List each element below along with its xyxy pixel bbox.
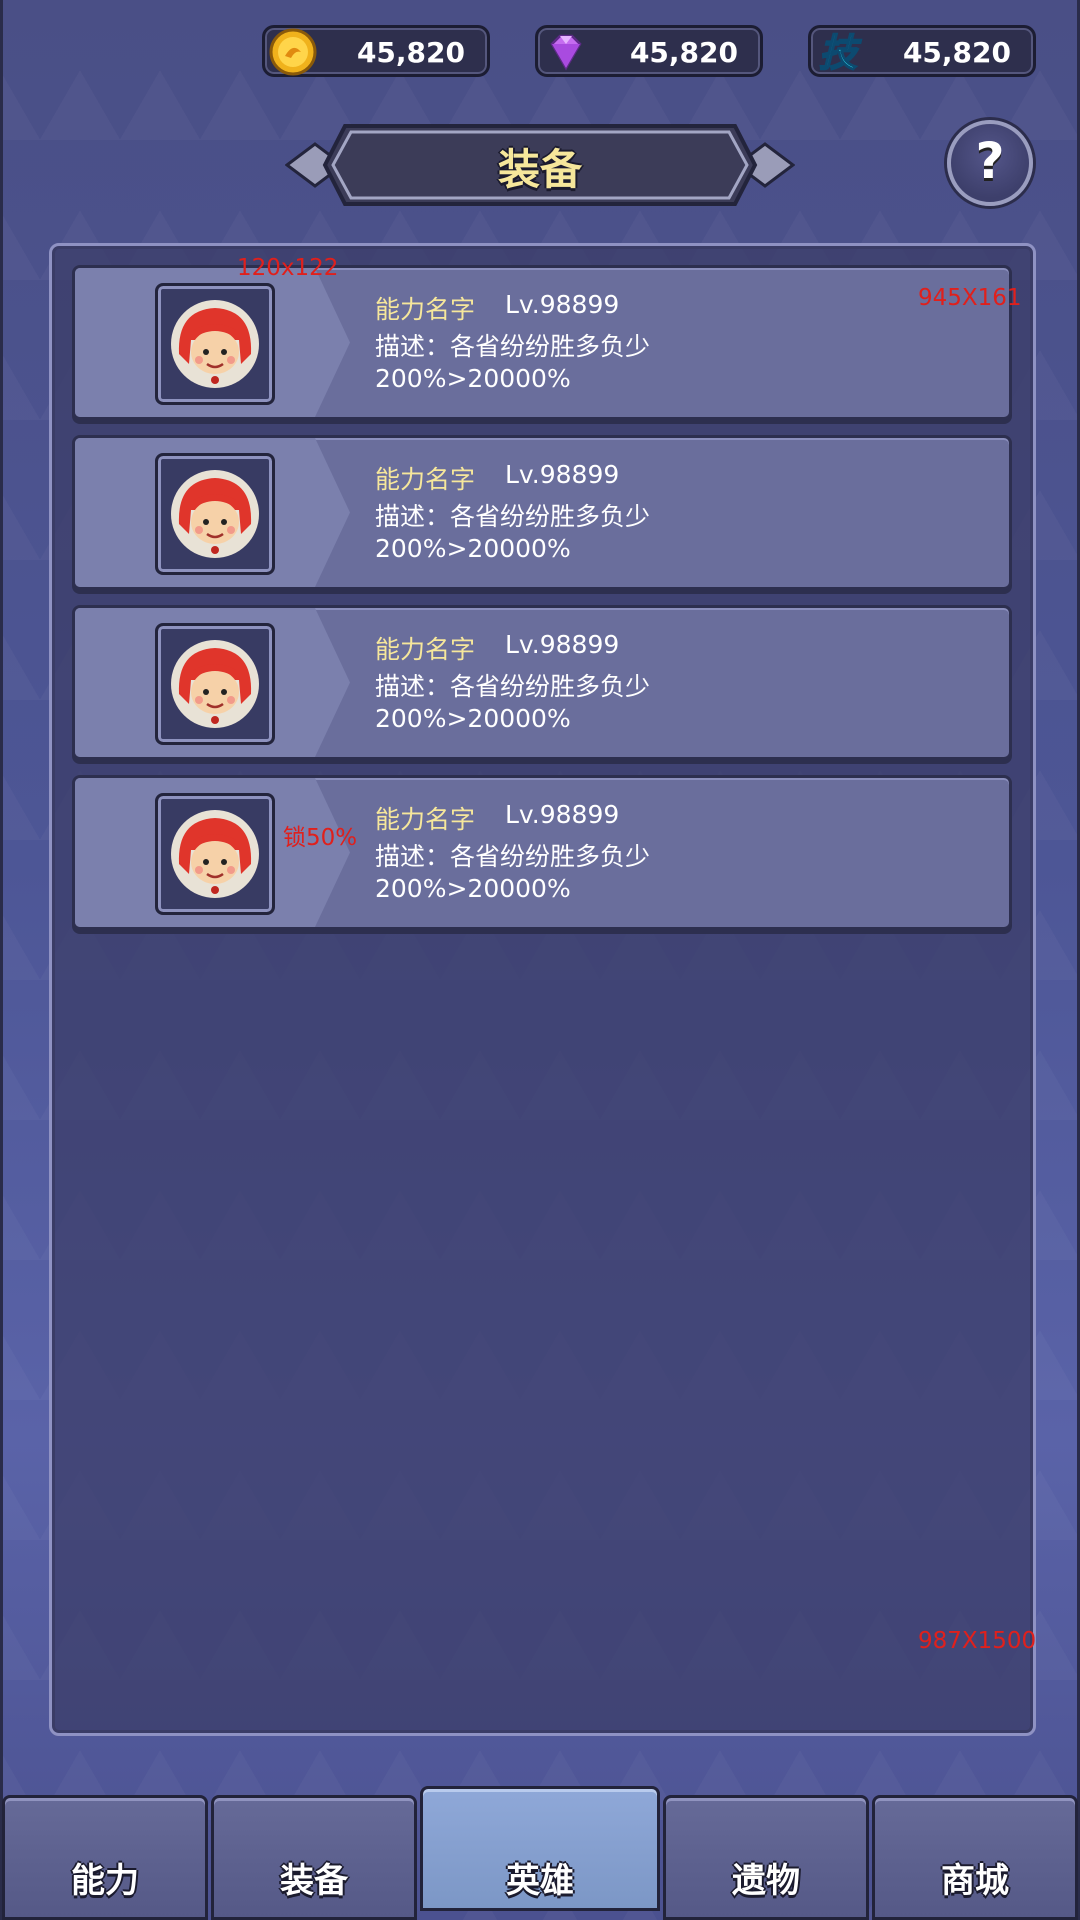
item-name: 能力名字 xyxy=(375,805,476,834)
skill-icon-glyph: 技 xyxy=(819,31,862,75)
tab-label: 英雄 xyxy=(506,1861,574,1901)
item-stat: 200%>20000% xyxy=(375,364,571,393)
hero-portrait-icon xyxy=(171,640,259,728)
portrait-size-note: 120x122 xyxy=(237,255,339,281)
tab-hero[interactable]: 英雄 xyxy=(420,1786,660,1911)
skill-icon: 技 xyxy=(818,30,863,76)
item-level: Lv.98899 xyxy=(505,290,620,319)
tab-ability[interactable]: 能力 xyxy=(2,1795,208,1920)
tab-equipment[interactable]: 装备 xyxy=(211,1795,417,1920)
tab-label: 商城 xyxy=(941,1861,1009,1901)
item-description: 描述：各省纷纷胜多负少 xyxy=(375,332,651,361)
hero-portrait-icon xyxy=(171,300,259,388)
item-name: 能力名字 xyxy=(375,635,476,664)
item-description: 描述：各省纷纷胜多负少 xyxy=(375,672,651,701)
skill-value: 45,820 xyxy=(902,36,1011,69)
equipment-item[interactable]: 能力名字 Lv.98899 描述：各省纷纷胜多负少 200%>20000% xyxy=(72,775,1012,930)
tab-label: 遗物 xyxy=(732,1861,800,1901)
gem-value: 45,820 xyxy=(629,36,738,69)
lock-note: 锁50% xyxy=(283,825,358,851)
equipment-item[interactable]: 能力名字 Lv.98899 描述：各省纷纷胜多负少 200%>20000% xyxy=(72,605,1012,760)
item-portrait-frame xyxy=(155,623,275,745)
question-mark-icon: ? xyxy=(975,132,1005,190)
gold-coin-icon xyxy=(269,28,317,76)
item-description: 描述：各省纷纷胜多负少 xyxy=(375,502,651,531)
equipment-item[interactable]: 能力名字 Lv.98899 描述：各省纷纷胜多负少 200%>20000% xyxy=(72,435,1012,590)
tab-shop[interactable]: 商城 xyxy=(872,1795,1078,1920)
item-stat: 200%>20000% xyxy=(375,534,571,563)
item-portrait-frame xyxy=(155,453,275,575)
item-portrait-frame xyxy=(155,793,275,915)
item-level: Lv.98899 xyxy=(505,460,620,489)
panel-size-note: 987X1500 xyxy=(918,1628,1037,1654)
title-banner: 装备 xyxy=(285,122,795,208)
item-description: 描述：各省纷纷胜多负少 xyxy=(375,842,651,871)
item-name: 能力名字 xyxy=(375,295,476,324)
item-stat: 200%>20000% xyxy=(375,874,571,903)
item-name: 能力名字 xyxy=(375,465,476,494)
currency-skill: 技 45,820 xyxy=(808,25,1036,77)
item-stat: 200%>20000% xyxy=(375,704,571,733)
equipment-item[interactable]: 能力名字 Lv.98899 描述：各省纷纷胜多负少 200%>20000% xyxy=(72,265,1012,420)
help-button[interactable]: ? xyxy=(947,120,1033,206)
item-level: Lv.98899 xyxy=(505,630,620,659)
tab-relic[interactable]: 遗物 xyxy=(663,1795,869,1920)
purple-gem-icon xyxy=(550,34,582,71)
gold-value: 45,820 xyxy=(356,36,465,69)
item-portrait-frame xyxy=(155,283,275,405)
currency-gold: 45,820 xyxy=(262,25,490,77)
tab-label: 能力 xyxy=(71,1861,139,1901)
item-level: Lv.98899 xyxy=(505,800,620,829)
page-title: 装备 xyxy=(497,145,582,194)
item-size-note: 945X161 xyxy=(918,285,1022,311)
currency-gem: 45,820 xyxy=(535,25,763,77)
hero-portrait-icon xyxy=(171,810,259,898)
left-frame-edge xyxy=(0,0,3,1920)
tab-label: 装备 xyxy=(280,1861,348,1901)
hero-portrait-icon xyxy=(171,470,259,558)
